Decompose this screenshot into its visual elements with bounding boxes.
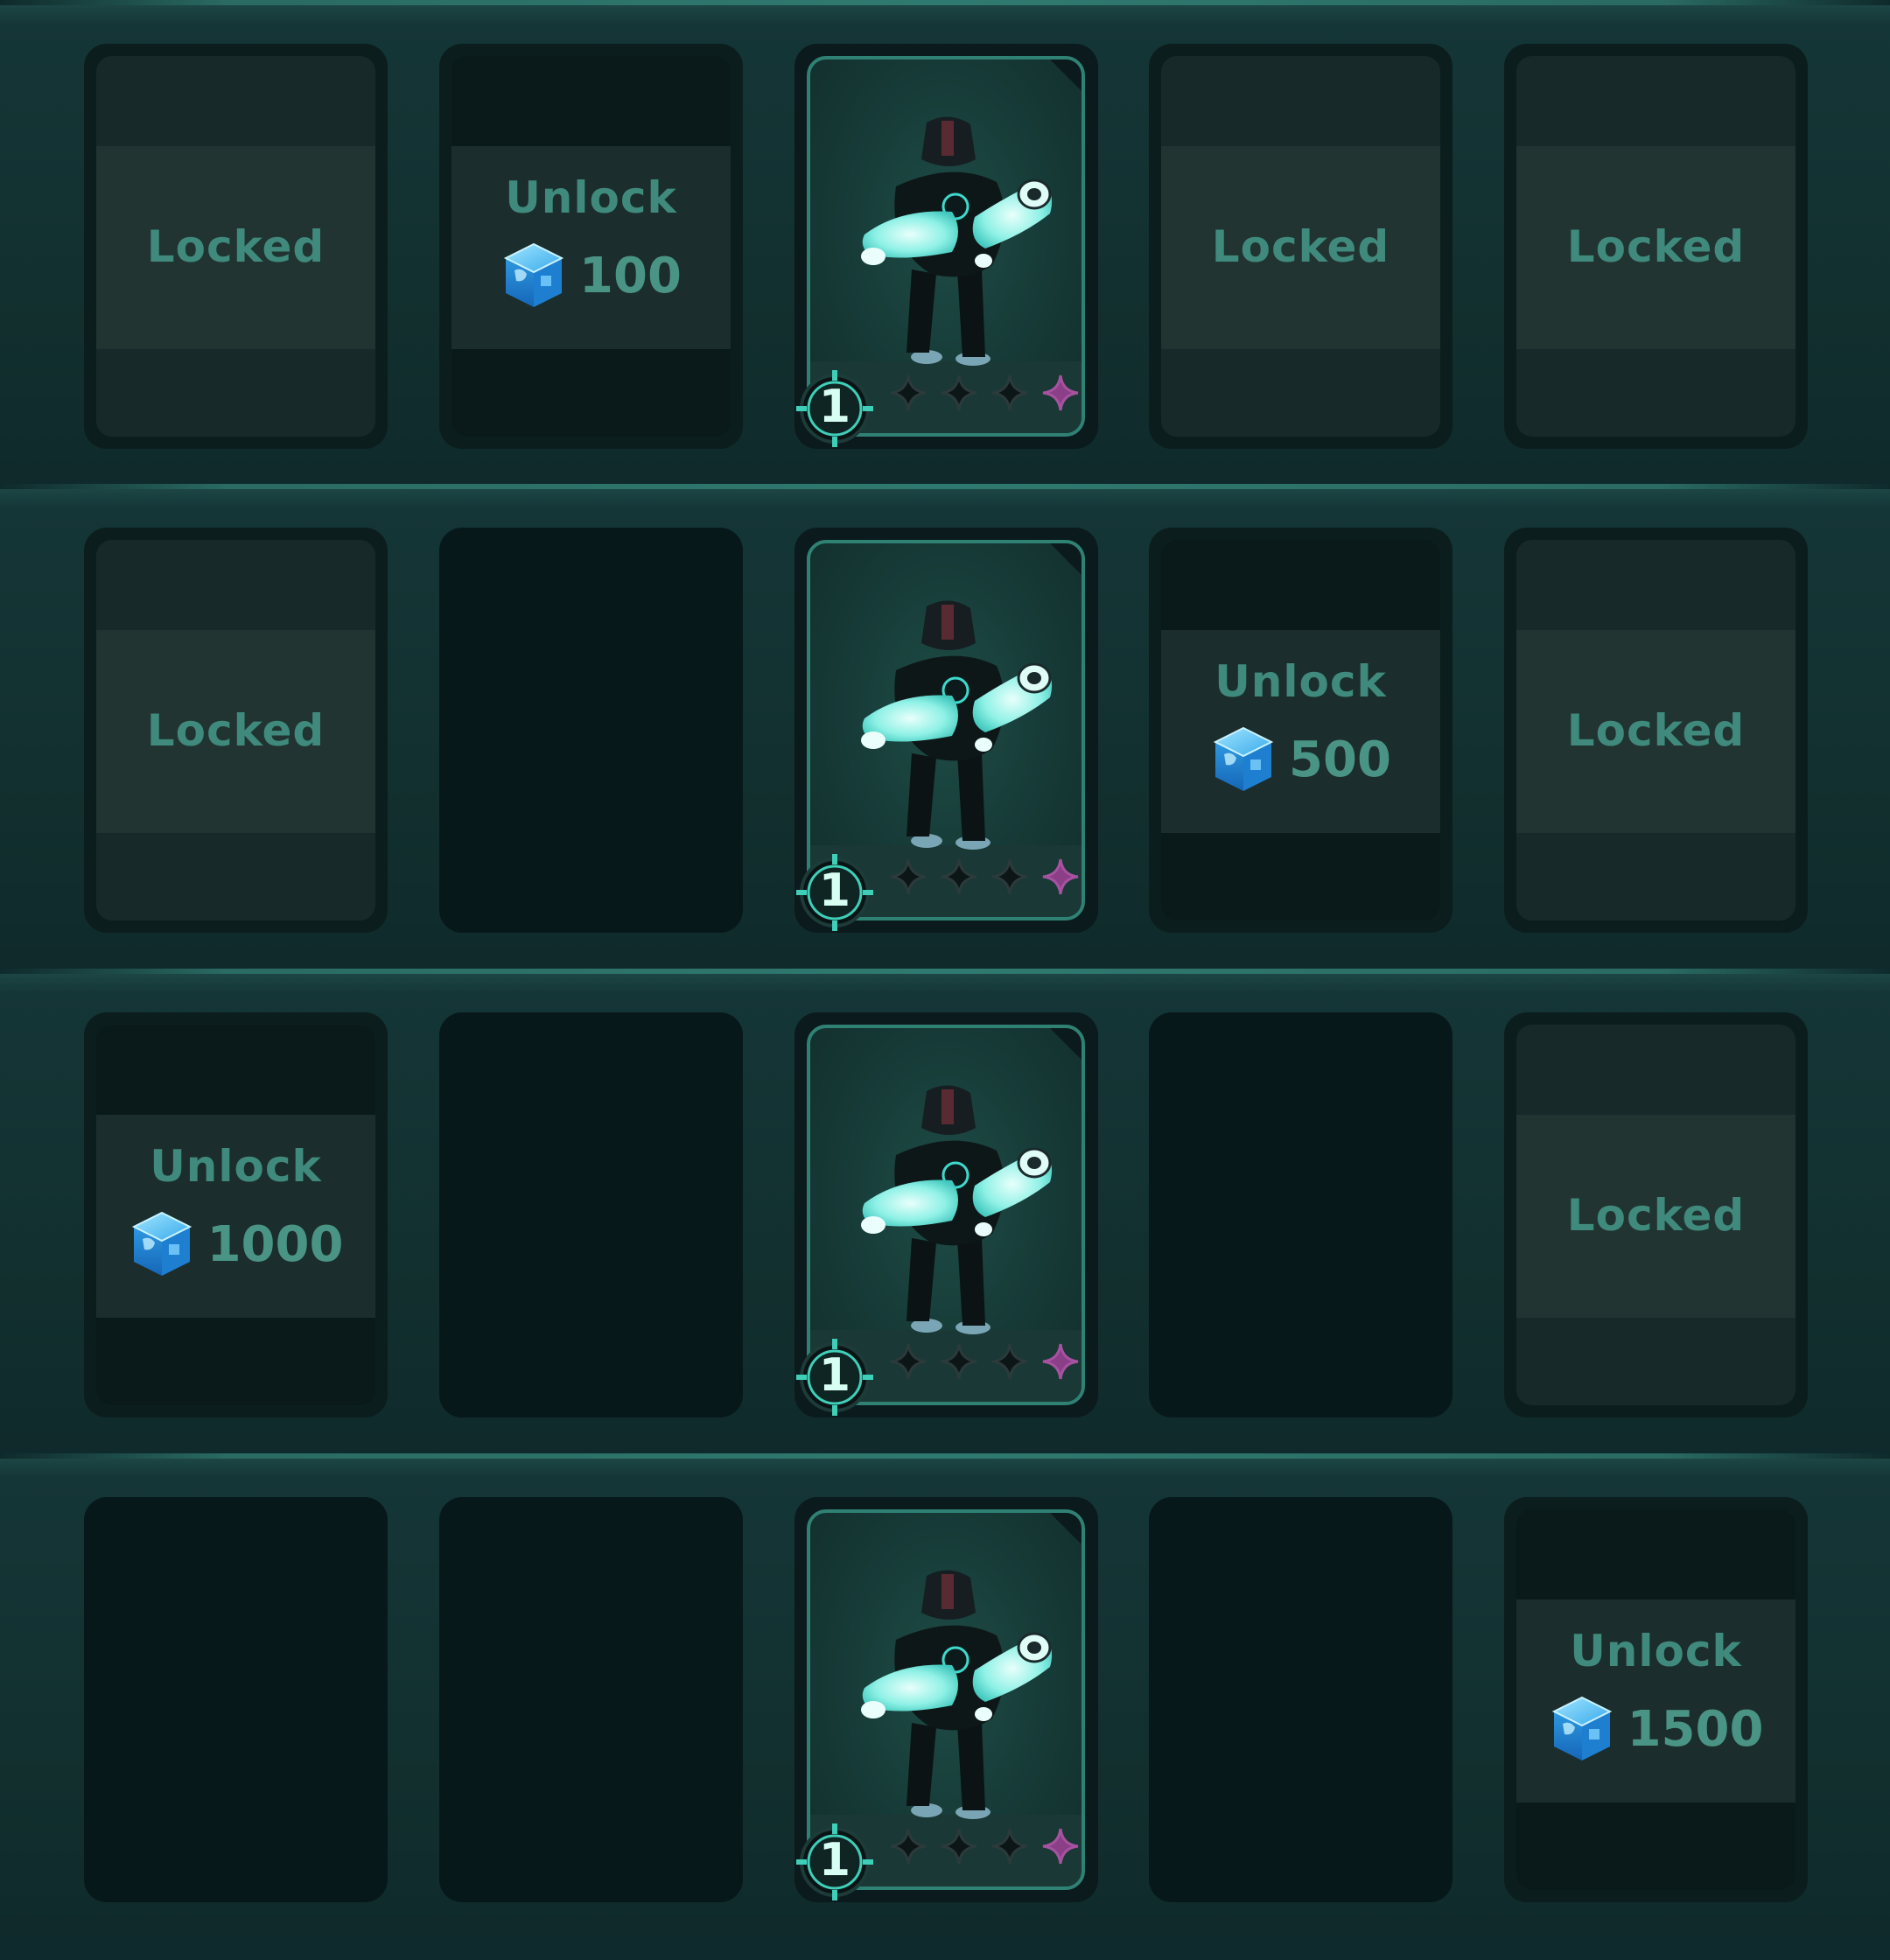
unlock-label: Unlock — [505, 172, 677, 223]
slot-panel: Locked — [1516, 1025, 1796, 1405]
star-rating — [889, 858, 1080, 900]
star-icon — [1041, 1827, 1080, 1869]
slot-panel: Locked — [96, 56, 375, 437]
locked-slot[interactable]: Locked — [84, 528, 388, 933]
blue-cube-gem-icon — [500, 241, 567, 311]
star-icon — [990, 1827, 1029, 1869]
slot-panel: Locked — [96, 540, 375, 920]
slot-band: Unlock 1500 — [1516, 1600, 1796, 1802]
star-icon — [889, 374, 928, 416]
unlock-label: Unlock — [1214, 656, 1387, 707]
card-corner — [1048, 543, 1082, 577]
slot-panel: Locked — [1161, 56, 1440, 437]
slot-panel: Locked — [1516, 56, 1796, 437]
level-value: 1 — [818, 381, 851, 433]
locked-slot[interactable]: Locked — [1504, 1012, 1808, 1418]
locked-slot[interactable]: Locked — [1504, 528, 1808, 933]
unlock-slot-button[interactable]: Unlock 1500 — [1504, 1497, 1808, 1902]
star-icon — [990, 374, 1029, 416]
slot-panel: Unlock 1500 — [1516, 1509, 1796, 1890]
star-icon — [1041, 1342, 1080, 1384]
card-corner — [1048, 60, 1082, 93]
card-corner — [1048, 1028, 1082, 1061]
level-badge: 1 — [794, 852, 875, 933]
level-value: 1 — [818, 1834, 851, 1886]
unlock-cost-value: 1500 — [1627, 1700, 1764, 1758]
unlock-cost: 1000 — [96, 1209, 375, 1279]
star-icon — [889, 1827, 928, 1869]
empty-slot — [439, 1012, 743, 1418]
empty-slot — [1149, 1012, 1452, 1418]
star-icon — [940, 1827, 978, 1869]
blue-cube-gem-icon — [1549, 1694, 1615, 1764]
slot-panel: Unlock 500 — [1161, 540, 1440, 920]
unlock-cost-value: 1000 — [206, 1215, 344, 1273]
locked-label: Locked — [1211, 220, 1390, 272]
star-icon — [889, 858, 928, 900]
level-badge: 1 — [794, 1337, 875, 1418]
locked-slot[interactable]: Locked — [1504, 44, 1808, 449]
hero-card-slot[interactable]: 1 — [794, 1012, 1098, 1418]
star-icon — [1041, 374, 1080, 416]
unlock-cost: 1500 — [1516, 1694, 1796, 1764]
locked-slot[interactable]: Locked — [1149, 44, 1452, 449]
empty-slot — [439, 1497, 743, 1902]
blue-cube-gem-icon — [129, 1209, 195, 1279]
hero-card-slot[interactable]: 1 — [794, 1497, 1098, 1902]
level-badge: 1 — [794, 368, 875, 449]
level-badge: 1 — [794, 1822, 875, 1902]
star-icon — [990, 1342, 1029, 1384]
empty-slot — [439, 528, 743, 933]
star-icon — [990, 858, 1029, 900]
empty-slot — [1149, 1497, 1452, 1902]
hero-card-slot[interactable]: 1 — [794, 528, 1098, 933]
unlock-slot-button[interactable]: Unlock 1000 — [84, 1012, 388, 1418]
unlock-cost: 100 — [452, 241, 731, 311]
slot-band: Unlock 1000 — [96, 1115, 375, 1318]
locked-label: Locked — [1566, 220, 1746, 272]
unlock-cost-value: 100 — [579, 247, 682, 304]
unlock-label: Unlock — [150, 1141, 322, 1192]
star-rating — [889, 1342, 1080, 1384]
slot-band: Unlock 100 — [452, 146, 731, 349]
star-icon — [940, 858, 978, 900]
slot-band: Unlock 500 — [1161, 630, 1440, 833]
locked-slot[interactable]: Locked — [84, 44, 388, 449]
unlock-label: Unlock — [1570, 1626, 1742, 1676]
slot-panel: Unlock 1000 — [96, 1025, 375, 1405]
blue-cube-gem-icon — [1210, 724, 1277, 794]
slot-panel: Unlock 100 — [452, 56, 731, 437]
empty-slot — [84, 1497, 388, 1902]
level-value: 1 — [818, 1349, 851, 1402]
unlock-cost-value: 500 — [1289, 731, 1391, 788]
locked-label: Locked — [1566, 704, 1746, 756]
slot-panel: Locked — [1516, 540, 1796, 920]
star-rating — [889, 1827, 1080, 1869]
locked-label: Locked — [146, 704, 326, 756]
unlock-cost: 500 — [1161, 724, 1440, 794]
star-icon — [1041, 858, 1080, 900]
hero-card-slot[interactable]: 1 — [794, 44, 1098, 449]
star-icon — [940, 1342, 978, 1384]
star-rating — [889, 374, 1080, 416]
unlock-slot-button[interactable]: Unlock 500 — [1149, 528, 1452, 933]
locked-label: Locked — [1566, 1189, 1746, 1241]
level-value: 1 — [818, 864, 851, 917]
unlock-slot-button[interactable]: Unlock 100 — [439, 44, 743, 449]
star-icon — [940, 374, 978, 416]
star-icon — [889, 1342, 928, 1384]
locked-label: Locked — [146, 220, 326, 272]
card-corner — [1048, 1513, 1082, 1546]
